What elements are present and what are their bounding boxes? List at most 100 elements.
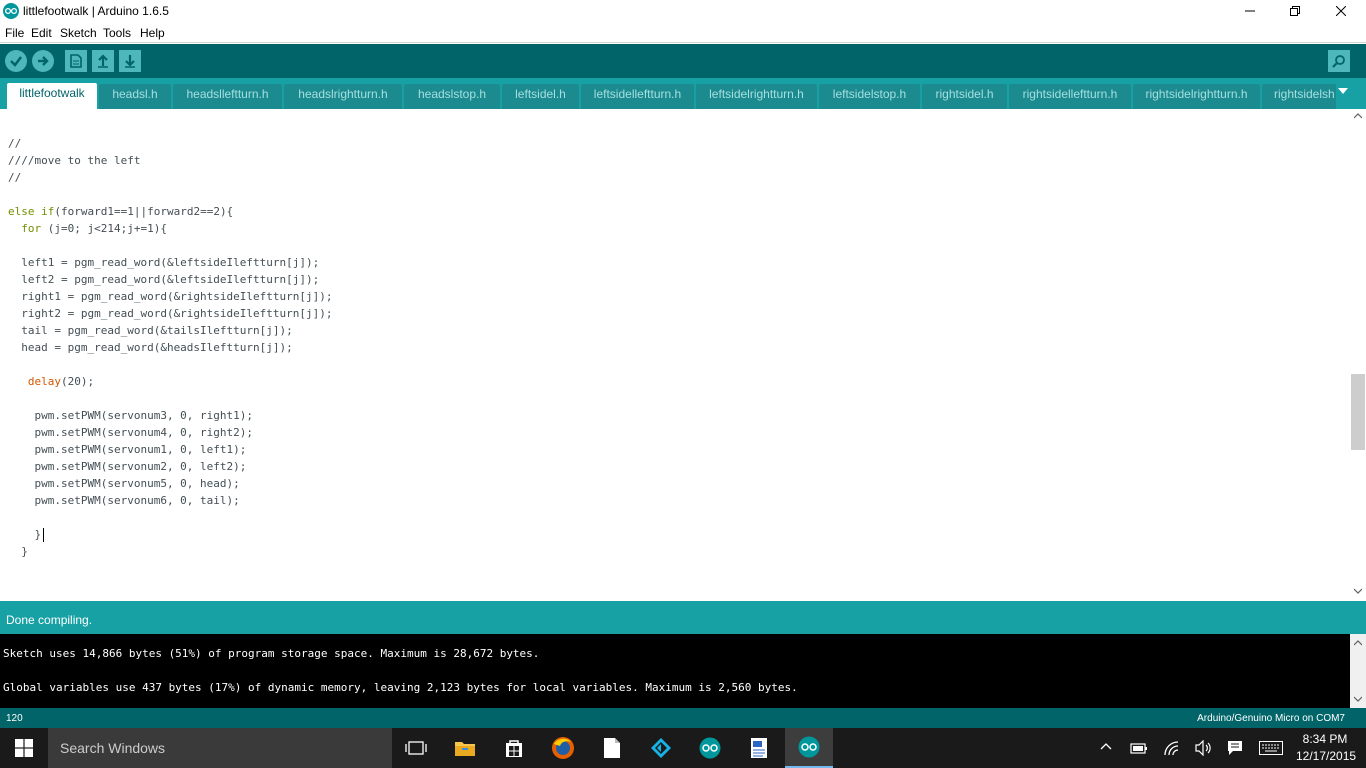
open-sketch-button[interactable]: [92, 50, 114, 72]
scroll-down-icon[interactable]: [1354, 696, 1362, 702]
arduino-app-button-active[interactable]: [785, 728, 833, 768]
title-bar[interactable]: littlefootwalk | Arduino 1.6.5: [0, 0, 1366, 23]
code-line: right1 = pgm_read_word(&rightsideIlefttu…: [8, 290, 333, 303]
tab-leftsidel[interactable]: leftsidel.h: [502, 84, 579, 109]
clock-date[interactable]: 12/17/2015: [1296, 749, 1356, 763]
tab-headsl[interactable]: headsl.h: [99, 84, 171, 109]
menu-edit[interactable]: Edit: [31, 26, 52, 40]
document-button[interactable]: [588, 728, 636, 768]
text-caret: [43, 528, 44, 542]
tab-leftsidelrightturn[interactable]: leftsidelrightturn.h: [696, 84, 817, 109]
tab-headslrightturn[interactable]: headslrightturn.h: [284, 84, 402, 109]
scroll-down-icon[interactable]: [1354, 588, 1362, 594]
code-line: pwm.setPWM(servonum5, 0, head);: [8, 477, 240, 490]
menu-help[interactable]: Help: [140, 26, 165, 40]
code-line: pwm.setPWM(servonum2, 0, left2);: [8, 460, 247, 473]
tray-chevron-up-icon[interactable]: [1100, 742, 1112, 750]
checkmark-icon: [10, 56, 22, 67]
tab-leftsidelstop[interactable]: leftsidelstop.h: [819, 84, 920, 109]
start-button[interactable]: [0, 728, 48, 768]
firefox-button[interactable]: [539, 728, 587, 768]
code-line: left1 = pgm_read_word(&leftsideIleftturn…: [8, 256, 320, 269]
editor-scrollbar[interactable]: [1350, 109, 1366, 600]
status-bar: Done compiling.: [0, 601, 1366, 634]
menu-bar: File Edit Sketch Tools Help: [0, 23, 1366, 43]
console-line: Global variables use 437 bytes (17%) of …: [3, 681, 798, 694]
arduino-app-button[interactable]: [686, 728, 734, 768]
tab-headslstop[interactable]: headslstop.h: [404, 84, 500, 109]
store-icon: [506, 740, 522, 757]
arduino-icon: [798, 736, 820, 758]
magnifier-icon: [1332, 55, 1345, 68]
editor-scroll-thumb[interactable]: [1351, 374, 1365, 450]
search-box[interactable]: Search Windows: [48, 728, 392, 768]
code-line: }: [8, 545, 28, 558]
code-line: delay(20);: [27, 375, 95, 388]
console-scrollbar[interactable]: [1350, 634, 1366, 708]
menu-tools[interactable]: Tools: [103, 26, 131, 40]
tab-rightsidels[interactable]: rightsidels h: [1262, 84, 1336, 109]
save-sketch-button[interactable]: [119, 50, 141, 72]
upload-button[interactable]: [32, 50, 54, 72]
file-explorer-button[interactable]: [441, 728, 489, 768]
windows-taskbar: Search Windows 8:34 PM 12/17/2015: [0, 728, 1366, 768]
code-line: }: [8, 528, 42, 541]
restore-button[interactable]: [1272, 0, 1318, 22]
volume-icon[interactable]: [1195, 740, 1213, 756]
code-line: //: [8, 137, 22, 150]
footer-bar: 120 Arduino/Genuino Micro on COM7: [0, 708, 1366, 728]
action-center-icon[interactable]: [1227, 740, 1243, 756]
window-title: littlefootwalk | Arduino 1.6.5: [23, 4, 169, 18]
task-view-button[interactable]: [392, 728, 440, 768]
tab-littlefootwalk[interactable]: littlefootwalk: [7, 83, 97, 109]
arduino-icon: [699, 737, 721, 759]
console-line: Sketch uses 14,866 bytes (51%) of progra…: [3, 647, 540, 660]
arrow-right-icon: [38, 56, 49, 66]
code-line: ////move to the left: [8, 154, 141, 167]
code-line: //: [8, 171, 22, 184]
tab-headslleftturn[interactable]: headslleftturn.h: [173, 84, 282, 109]
code-line: left2 = pgm_read_word(&leftsideIleftturn…: [8, 273, 320, 286]
wordpad-button[interactable]: [735, 728, 783, 768]
new-sketch-button[interactable]: [65, 50, 87, 72]
arduino-logo-icon: [3, 3, 19, 19]
tab-menu-arrow-icon[interactable]: [1338, 88, 1348, 94]
search-placeholder: Search Windows: [60, 740, 166, 756]
code-line: head = pgm_read_word(&headsIleftturn[j])…: [8, 341, 293, 354]
tab-rightsidelleftturn[interactable]: rightsidelleftturn.h: [1009, 84, 1131, 109]
tab-leftsidelleftturn[interactable]: leftsidelleftturn.h: [581, 84, 694, 109]
tab-overflow-label: h: [1328, 87, 1335, 101]
battery-icon[interactable]: [1130, 741, 1148, 755]
tab-rightsidelrightturn[interactable]: rightsidelrightturn.h: [1133, 84, 1260, 109]
verify-button[interactable]: [5, 50, 27, 72]
arrow-down-icon: [125, 55, 135, 68]
serial-monitor-button[interactable]: [1328, 50, 1350, 72]
scroll-up-icon[interactable]: [1354, 113, 1362, 119]
close-button[interactable]: [1318, 0, 1364, 22]
windows-logo-icon: [15, 739, 33, 757]
code-line: pwm.setPWM(servonum1, 0, left1);: [8, 443, 247, 456]
kodi-button[interactable]: [637, 728, 685, 768]
arduino-ide-window: littlefootwalk | Arduino 1.6.5 File Edit…: [0, 0, 1366, 768]
clock-time[interactable]: 8:34 PM: [1296, 732, 1354, 746]
scroll-up-icon[interactable]: [1354, 640, 1362, 646]
console-output[interactable]: Sketch uses 14,866 bytes (51%) of progra…: [0, 634, 1350, 708]
keyboard-icon[interactable]: [1259, 741, 1283, 755]
file-explorer-icon: [455, 742, 475, 756]
wordpad-icon: [751, 738, 767, 758]
code-line: for (j=0; j<214;j+=1){: [21, 222, 167, 235]
minimize-button[interactable]: [1227, 0, 1273, 22]
board-port-label: Arduino/Genuino Micro on COM7: [1197, 713, 1345, 724]
wifi-icon[interactable]: [1163, 740, 1181, 756]
tab-rightsidels-label: rightsidels: [1274, 87, 1329, 101]
store-button[interactable]: [490, 728, 538, 768]
code-line: right2 = pgm_read_word(&rightsideIlefttu…: [8, 307, 333, 320]
code-line: pwm.setPWM(servonum6, 0, tail);: [8, 494, 240, 507]
menu-file[interactable]: File: [5, 26, 24, 40]
code-editor[interactable]: // ////move to the left // else if(forward1…: [0, 109, 1350, 600]
code-line: pwm.setPWM(servonum4, 0, right2);: [8, 426, 254, 439]
tab-rightsidel[interactable]: rightsidel.h: [922, 84, 1007, 109]
menu-sketch[interactable]: Sketch: [60, 26, 97, 40]
code-line: tail = pgm_read_word(&tailsIleftturn[j])…: [8, 324, 293, 337]
code-line: pwm.setPWM(servonum3, 0, right1);: [8, 409, 254, 422]
